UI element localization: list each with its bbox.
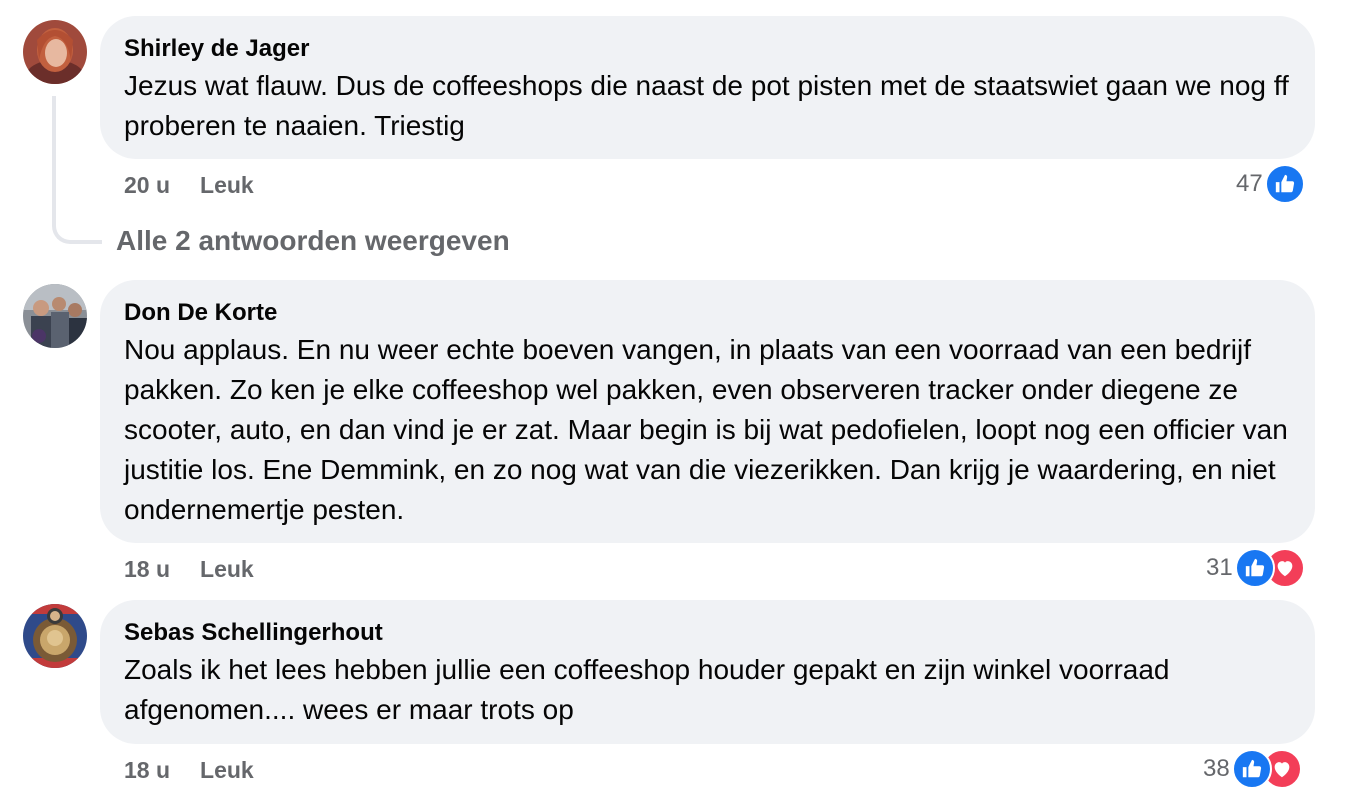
like-button[interactable]: Leuk [200,172,254,198]
comment-timestamp[interactable]: 18 u [124,556,170,582]
comment-author[interactable]: Don De Korte [124,298,1289,328]
comment-text: Nou applaus. En nu weer echte boeven van… [124,334,1288,525]
reaction-count: 31 [1206,554,1233,581]
comment-bubble: Don De Korte Nou applaus. En nu weer ech… [100,280,1315,543]
comment-actions: 18 u Leuk [124,755,254,785]
thread-connector [52,96,102,244]
comment-actions: 20 u Leuk [124,170,254,200]
reaction-count: 47 [1236,170,1263,197]
comment-author[interactable]: Sebas Schellingerhout [124,618,1289,648]
comment-bubble: Shirley de Jager Jezus wat flauw. Dus de… [100,16,1315,159]
comment-timestamp[interactable]: 20 u [124,172,170,198]
like-icon [1264,164,1305,204]
avatar[interactable] [23,20,87,84]
comment-timestamp[interactable]: 18 u [124,757,170,783]
avatar[interactable] [23,604,87,668]
reaction-summary[interactable]: 31 [1206,548,1305,588]
avatar[interactable] [23,284,87,348]
comment-author[interactable]: Shirley de Jager [124,34,1289,64]
reaction-summary[interactable]: 47 [1236,164,1305,204]
view-replies-link[interactable]: Alle 2 antwoorden weergeven [116,224,510,258]
comment-bubble: Sebas Schellingerhout Zoals ik het lees … [100,600,1315,744]
comment-actions: 18 u Leuk [124,554,254,584]
like-button[interactable]: Leuk [200,556,254,582]
like-icon [1234,548,1275,588]
like-icon [1231,749,1272,789]
comments-section: Shirley de Jager Jezus wat flauw. Dus de… [0,0,1356,800]
reaction-count: 38 [1203,755,1230,782]
like-button[interactable]: Leuk [200,757,254,783]
comment-text: Zoals ik het lees hebben jullie een coff… [124,654,1170,725]
comment-text: Jezus wat flauw. Dus de coffeeshops die … [124,70,1289,141]
reaction-summary[interactable]: 38 [1203,749,1302,789]
